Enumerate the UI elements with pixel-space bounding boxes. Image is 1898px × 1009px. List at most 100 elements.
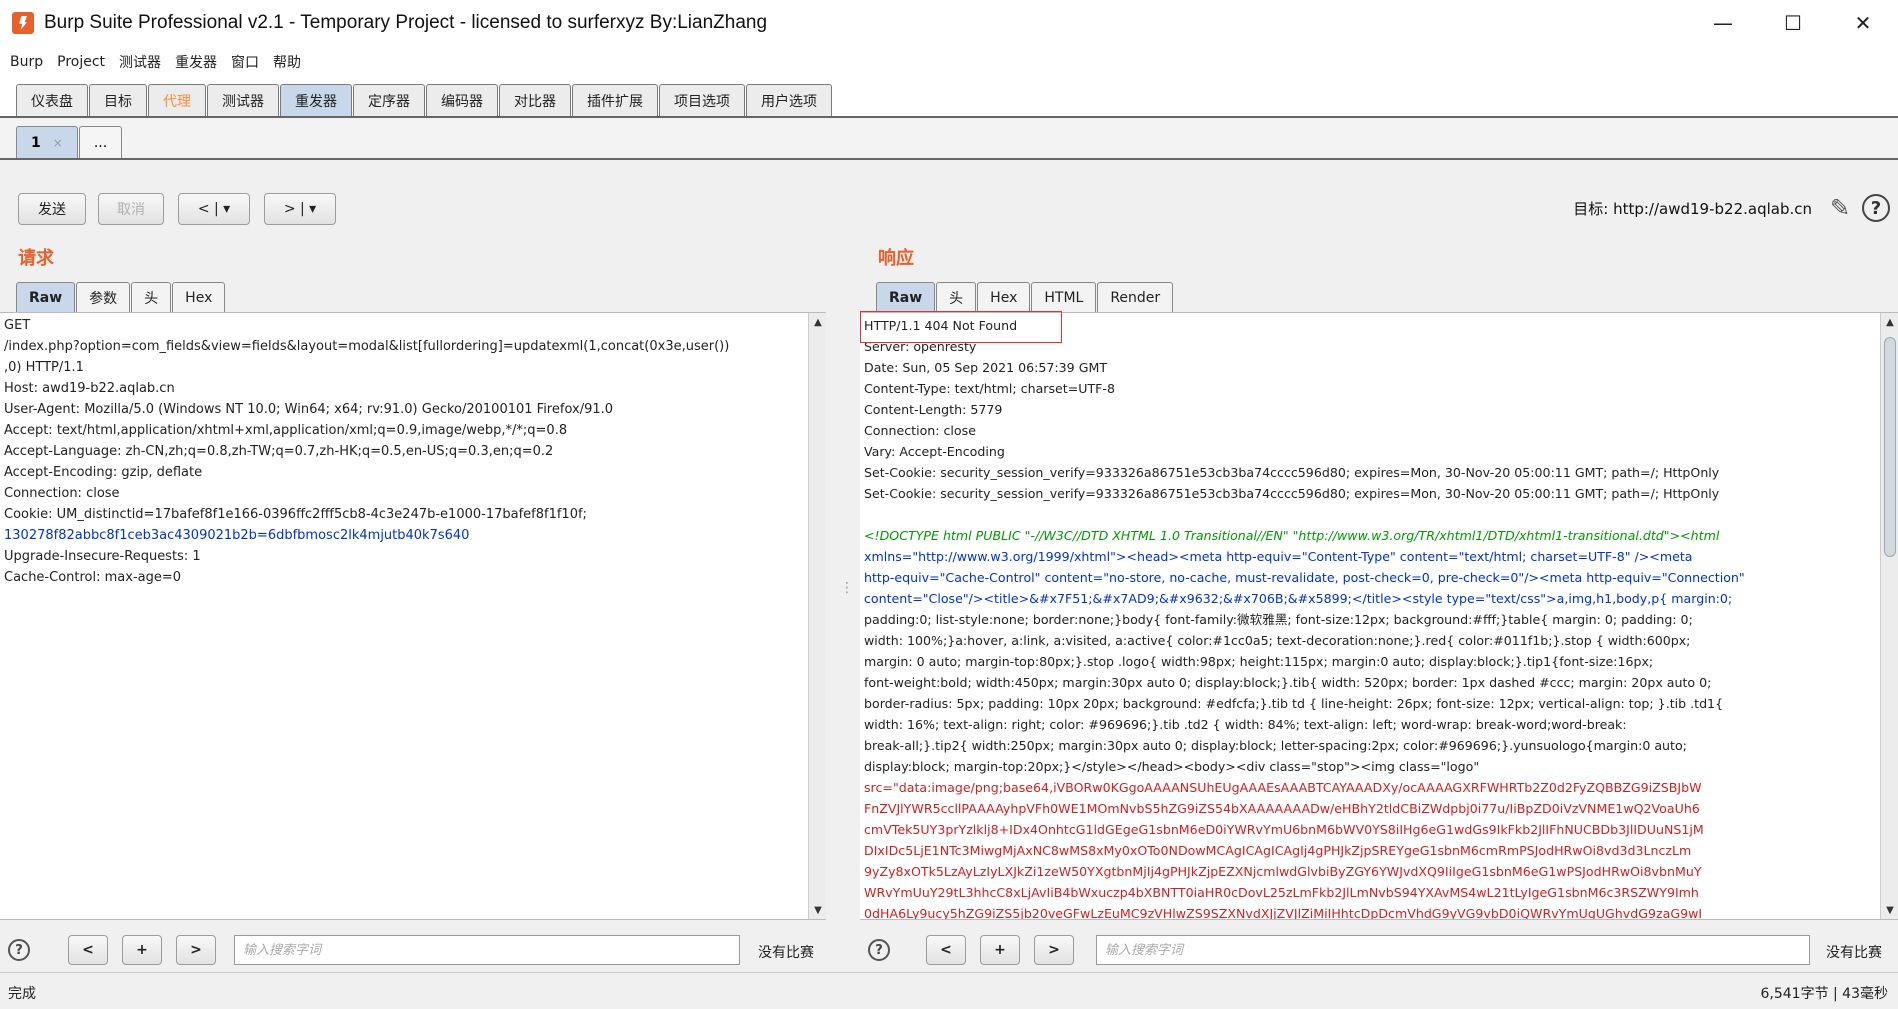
request-search-input[interactable]: [234, 935, 740, 965]
response-line: FnZVJlYWR5ccllPAAAAyhpVFh0WE1MOmNvbS5hZG…: [864, 801, 1700, 816]
response-line: content="Close"/><title>&#x7F51;&#x7AD9;…: [864, 591, 1733, 606]
request-title: 请求: [18, 248, 54, 269]
request-search-bar: ? < + > 没有比赛: [0, 933, 840, 967]
response-tab-render[interactable]: Render: [1097, 282, 1174, 312]
request-scrollbar[interactable]: ▲ ▼: [808, 313, 826, 919]
target-label: 目标: http://awd19-b22.aqlab.cn: [1573, 200, 1812, 218]
request-help-icon[interactable]: ?: [8, 939, 30, 961]
close-tab-icon[interactable]: ×: [53, 136, 63, 150]
menu-window[interactable]: 窗口: [231, 52, 259, 72]
scroll-up-arrow-icon[interactable]: ▲: [1881, 313, 1898, 331]
response-line: Vary: Accept-Encoding: [864, 444, 1005, 459]
scroll-down-arrow-icon[interactable]: ▼: [1881, 901, 1898, 919]
request-line: /index.php?option=com_fields&view=fields…: [4, 336, 822, 357]
response-line: width: 100%;}a:hover, a:link, a:visited,…: [864, 633, 1691, 648]
request-line: Accept-Encoding: gzip, deflate: [4, 465, 203, 480]
scroll-down-arrow-icon[interactable]: ▼: [809, 901, 826, 919]
request-add-button[interactable]: +: [122, 935, 162, 965]
response-line: display:block; margin-top:20px;}</style>…: [864, 759, 1480, 774]
request-tab-headers[interactable]: 头: [131, 282, 172, 312]
minimize-button[interactable]: —: [1688, 0, 1758, 46]
request-next-button[interactable]: >: [176, 935, 216, 965]
tab-repeater[interactable]: 重发器: [280, 84, 352, 116]
request-editor[interactable]: GET /index.php?option=com_fields&view=fi…: [0, 312, 826, 920]
response-line: src="data:image/png;base64,iVBORw0KGgoAA…: [864, 780, 1702, 795]
response-line: Date: Sun, 05 Sep 2021 06:57:39 GMT: [864, 360, 1108, 375]
response-tab-headers[interactable]: 头: [936, 282, 977, 312]
repeater-content: 发送 取消 < | ▾ > | ▾ 目标: http://awd19-b22.a…: [0, 160, 1898, 972]
response-add-button[interactable]: +: [980, 935, 1020, 965]
menu-burp[interactable]: Burp: [10, 54, 43, 70]
tab-user-options[interactable]: 用户选项: [746, 84, 832, 116]
response-line: Content-Type: text/html; charset=UTF-8: [864, 381, 1115, 396]
menu-bar: Burp Project 测试器 重发器 窗口 帮助: [0, 46, 1898, 78]
response-tab-raw[interactable]: Raw: [876, 282, 936, 312]
window-controls: — ☐ ✕: [1688, 0, 1898, 46]
back-button[interactable]: < | ▾: [178, 193, 250, 225]
tab-intruder[interactable]: 测试器: [207, 84, 279, 116]
request-line-text: /index.php?option=com_fields&view=fields…: [4, 339, 730, 354]
response-scrollbar[interactable]: ▲ ▼: [1880, 313, 1898, 919]
response-tab-hex[interactable]: Hex: [977, 282, 1031, 312]
response-search-bar: ? < + > 没有比赛: [860, 933, 1898, 967]
response-line: DIxIDc5LjE1NTc3MiwgMjAxNC8wMS8xMy0xOTo0N…: [864, 843, 1692, 858]
response-line: Connection: close: [864, 423, 976, 438]
response-line: 9yZy8xOTk5LzAyLzIyLXJkZi1zeW50YXgtbnMjIj…: [864, 864, 1702, 879]
response-line: width: 16%; text-align: right; color: #9…: [864, 717, 1627, 732]
repeater-tab-bar: 1 × ...: [0, 118, 1898, 160]
tab-proxy[interactable]: 代理: [148, 84, 206, 116]
response-line: [864, 504, 1894, 525]
scroll-up-arrow-icon[interactable]: ▲: [809, 313, 826, 331]
response-next-button[interactable]: >: [1034, 935, 1074, 965]
help-icon[interactable]: ?: [1862, 194, 1890, 222]
request-line: ,0) HTTP/1.1: [4, 360, 84, 375]
response-prev-button[interactable]: <: [926, 935, 966, 965]
tab-target[interactable]: 目标: [89, 84, 147, 116]
tab-comparer[interactable]: 对比器: [499, 84, 571, 116]
request-line: GET: [4, 318, 31, 333]
request-line: Connection: close: [4, 486, 120, 501]
response-help-icon[interactable]: ?: [868, 939, 890, 961]
tab-extender[interactable]: 插件扩展: [572, 84, 658, 116]
response-line: cmVTek5UY3prYzlklj8+IDx4OnhtcG1ldGEgeG1s…: [864, 822, 1704, 837]
response-title: 响应: [878, 248, 914, 269]
response-search-input[interactable]: [1096, 935, 1810, 965]
request-prev-button[interactable]: <: [68, 935, 108, 965]
menu-help[interactable]: 帮助: [273, 52, 301, 72]
response-line: <!DOCTYPE html PUBLIC "-//W3C//DTD XHTML…: [864, 528, 1720, 543]
response-line: WRvYmUuY29tL3hhcC8xLjAvIiB4bWxuczp4bXBNT…: [864, 885, 1699, 900]
response-line: 0dHA6Ly9ucy5hZG9iZS5jb20veGFwLzEuMC9zVHl…: [864, 906, 1703, 920]
menu-project[interactable]: Project: [57, 54, 105, 70]
request-tab-hex[interactable]: Hex: [172, 282, 226, 312]
repeater-tab-label: 1: [31, 134, 41, 151]
panel-splitter[interactable]: [840, 230, 854, 972]
cancel-button[interactable]: 取消: [98, 193, 164, 225]
close-button[interactable]: ✕: [1828, 0, 1898, 46]
response-line: margin: 0 auto; margin-top:80px;}.stop .…: [864, 654, 1654, 669]
tab-dashboard[interactable]: 仪表盘: [16, 84, 88, 116]
response-line: http-equiv="Cache-Control" content="no-s…: [864, 570, 1745, 585]
response-editor[interactable]: HTTP/1.1 404 Not Found Server: openresty…: [860, 312, 1898, 920]
response-tab-html[interactable]: HTML: [1031, 282, 1097, 312]
tab-sequencer[interactable]: 定序器: [353, 84, 425, 116]
menu-repeater[interactable]: 重发器: [175, 52, 217, 72]
scroll-thumb[interactable]: [1884, 337, 1896, 557]
request-tab-raw[interactable]: Raw: [16, 282, 76, 312]
send-button[interactable]: 发送: [18, 193, 86, 225]
tab-project-options[interactable]: 项目选项: [659, 84, 745, 116]
main-tab-bar: 仪表盘 目标 代理 测试器 重发器 定序器 编码器 对比器 插件扩展 项目选项 …: [0, 80, 1898, 118]
tab-decoder[interactable]: 编码器: [426, 84, 498, 116]
response-line: break-all;}.tip2{ width:250px; margin:30…: [864, 738, 1687, 753]
response-line: padding:0; list-style:none; border:none;…: [864, 612, 1693, 627]
repeater-tab-1[interactable]: 1 ×: [16, 126, 78, 158]
response-tab-bar: Raw 头 Hex HTML Render: [876, 280, 1174, 312]
response-size-time: 6,541字节 | 43毫秒: [1760, 986, 1888, 1002]
maximize-button[interactable]: ☐: [1758, 0, 1828, 46]
response-line: Set-Cookie: security_session_verify=9333…: [864, 465, 1720, 480]
edit-target-pencil-icon[interactable]: ✎: [1826, 194, 1854, 222]
menu-intruder[interactable]: 测试器: [119, 52, 161, 72]
new-tab-button[interactable]: ...: [78, 126, 123, 158]
response-line: Content-Length: 5779: [864, 402, 1003, 417]
forward-button[interactable]: > | ▾: [264, 193, 336, 225]
request-tab-params[interactable]: 参数: [76, 282, 131, 312]
